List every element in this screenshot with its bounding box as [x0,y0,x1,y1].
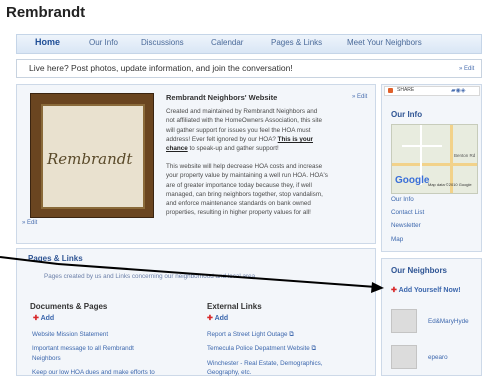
annotation-arrows [0,256,384,293]
annotation-arrow-line [57,263,377,288]
annotation-arrowhead [371,282,384,293]
annotation-arrow-left [0,256,59,265]
